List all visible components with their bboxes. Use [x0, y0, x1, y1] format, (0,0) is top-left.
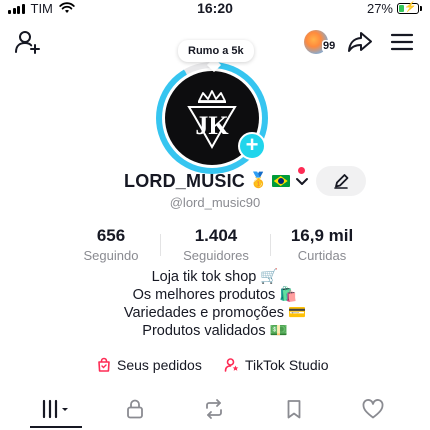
- stat-divider: [270, 234, 271, 256]
- bio-line: Os melhores produtos 🛍️: [132, 287, 298, 303]
- battery-icon: ⚡: [397, 2, 419, 14]
- share-arrow-icon: [348, 32, 372, 52]
- grid-bars-icon: [42, 399, 68, 419]
- username: @lord_music90: [169, 195, 261, 210]
- chevron-down-icon[interactable]: [294, 173, 310, 189]
- tiktok-studio-link[interactable]: TikTok Studio: [224, 356, 329, 374]
- hamburger-menu-icon: [390, 33, 414, 51]
- new-account-dot: [298, 167, 305, 174]
- stat-divider: [160, 234, 161, 256]
- orders-link[interactable]: Seus pedidos: [96, 356, 202, 374]
- status-bar-right: 27% ⚡: [367, 0, 422, 16]
- profile-name-row: LORD_MUSIC 🥇: [124, 168, 310, 194]
- bio-line: Variedades e promoções 💳: [123, 305, 307, 321]
- lock-icon: [127, 399, 143, 419]
- heart-icon: [362, 399, 384, 419]
- menu-button[interactable]: [388, 28, 416, 56]
- bio-line: Loja tik tok shop 🛒: [151, 269, 279, 285]
- following-label: Seguindo: [83, 248, 139, 263]
- status-time: 16:20: [197, 0, 233, 16]
- notifications-button[interactable]: 99: [304, 28, 340, 58]
- logo-text: JK: [195, 111, 229, 140]
- add-story-button[interactable]: +: [238, 132, 266, 160]
- followers-count: 1.404: [194, 226, 238, 245]
- tab-private[interactable]: [120, 394, 150, 424]
- shopping-bag-icon: [98, 357, 110, 372]
- profile-tabs: [0, 392, 430, 430]
- pencil-icon: [334, 174, 349, 189]
- active-tab-indicator: [30, 426, 82, 428]
- followers-label: Seguidores: [183, 248, 249, 263]
- edit-profile-button[interactable]: [316, 166, 366, 196]
- tab-videos[interactable]: [40, 394, 74, 424]
- studio-person-icon: [224, 358, 239, 372]
- gold-medal-icon: 🥇: [249, 172, 268, 189]
- likes-label: Curtidas: [297, 248, 347, 263]
- add-user-icon: [15, 31, 40, 54]
- profile-bio: Loja tik tok shop 🛒 Os melhores produtos…: [0, 268, 430, 340]
- goal-bubble[interactable]: Rumo a 5k: [178, 40, 254, 62]
- tab-reposts[interactable]: [199, 394, 229, 424]
- bio-line: Produtos validados 💵: [142, 323, 288, 339]
- share-profile-button[interactable]: [346, 28, 374, 56]
- tab-favorites[interactable]: [279, 394, 309, 424]
- repost-icon: [206, 399, 222, 419]
- stat-likes[interactable]: 16,9 mil Curtidas: [276, 226, 368, 264]
- plus-icon: +: [245, 132, 259, 157]
- tab-liked[interactable]: [358, 394, 388, 424]
- following-count: 656: [96, 226, 126, 245]
- likes-count: 16,9 mil: [290, 226, 354, 245]
- brazil-flag-icon: [271, 175, 290, 187]
- battery-percent: 27%: [366, 0, 393, 16]
- studio-label: TikTok Studio: [245, 357, 329, 373]
- orders-label: Seus pedidos: [117, 357, 202, 373]
- display-name: LORD_MUSIC: [124, 170, 246, 191]
- stat-following[interactable]: 656 Seguindo: [68, 226, 154, 264]
- bookmark-icon: [287, 400, 301, 419]
- add-friend-button[interactable]: [14, 28, 42, 56]
- stat-followers[interactable]: 1.404 Seguidores: [168, 226, 264, 264]
- notification-count: 99: [322, 40, 337, 52]
